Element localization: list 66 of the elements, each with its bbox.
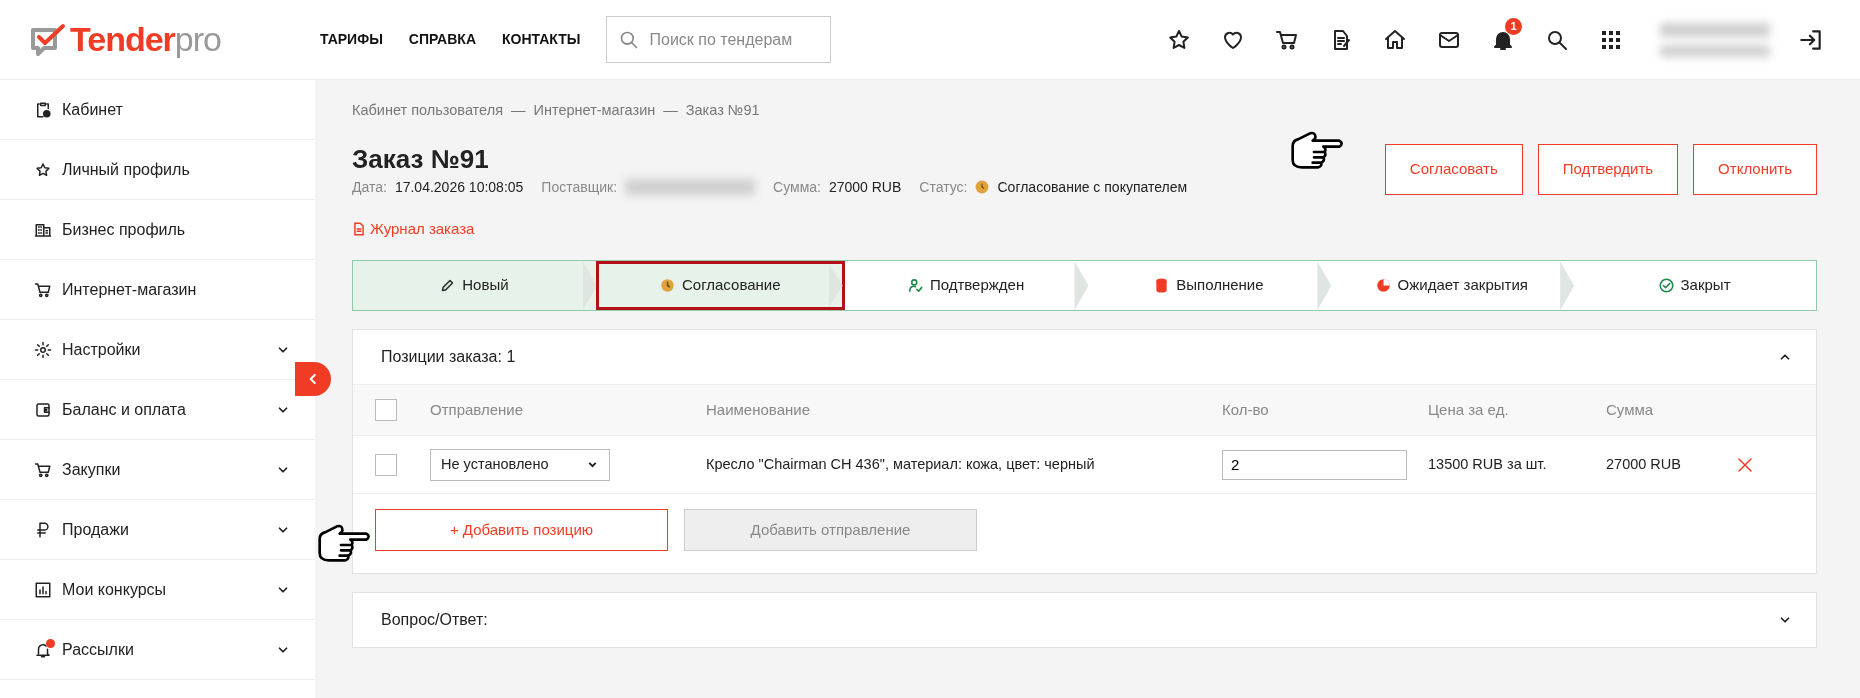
- search-field[interactable]: Поиск по тендерам: [606, 16, 832, 63]
- wallet-icon: [34, 400, 52, 419]
- star-icon[interactable]: [1167, 27, 1191, 52]
- order-journal-link[interactable]: Журнал заказа: [352, 217, 475, 241]
- row-checkbox[interactable]: [375, 453, 397, 476]
- field-label: Сумма:: [773, 177, 821, 197]
- column-header: Наименование: [706, 399, 811, 420]
- quantity-field[interactable]: 2: [1222, 449, 1407, 480]
- search-icon: [619, 30, 640, 50]
- field-value: 17.04.2026 10:08:05: [394, 177, 524, 197]
- ruble-icon: [34, 520, 52, 539]
- logo-text[interactable]: Tenderpro: [70, 14, 221, 65]
- field-label: Дата:: [352, 177, 387, 197]
- column-header: Сумма: [1606, 399, 1655, 420]
- nav-link[interactable]: ТАРИФЫ: [320, 29, 383, 50]
- order-status-step: Ожидает закрытия: [1330, 261, 1574, 311]
- order-status-step: Выполнение: [1087, 261, 1331, 311]
- order-status-step: Закрыт: [1573, 261, 1816, 311]
- pie-chart-icon: [1375, 278, 1391, 294]
- action-button[interactable]: Согласовать: [1384, 143, 1523, 195]
- person-check-icon: [907, 278, 923, 294]
- order-status-step: Подтвержден: [844, 261, 1088, 311]
- logo-icon: [30, 21, 66, 58]
- cylinder-icon: [1154, 278, 1170, 294]
- field-value: 27000 RUB: [828, 177, 902, 197]
- breadcrumb-current: Заказ №91: [685, 101, 760, 120]
- notification-badge: 1: [1505, 17, 1522, 35]
- field-value: Согласование с покупателем: [997, 177, 1188, 197]
- product-name: Кресло "Chairman CH 436", материал: кожа, цвет: черный: [706, 454, 1096, 474]
- pencil-icon: [440, 278, 456, 294]
- check-circle-icon: [1658, 278, 1674, 294]
- gear-icon: [34, 340, 52, 359]
- nav-link[interactable]: СПРАВКА: [408, 29, 476, 50]
- sidebar-collapse-button[interactable]: [295, 362, 331, 396]
- column-header: Кол-во: [1222, 399, 1270, 420]
- breadcrumb-separator: —: [511, 101, 526, 120]
- home-icon[interactable]: [1383, 27, 1407, 52]
- breadcrumb-link[interactable]: Интернет-магазин: [533, 100, 656, 122]
- cart-icon: [34, 280, 52, 299]
- card-title: Вопрос/Ответ:: [381, 610, 488, 631]
- clipboard-clock-icon: [34, 100, 52, 119]
- order-status-step: Согласование: [595, 261, 845, 311]
- action-button[interactable]: Подтвердить: [1537, 143, 1679, 195]
- cart-icon: [34, 460, 52, 479]
- row-sum: 27000 RUB: [1606, 454, 1682, 474]
- add-button[interactable]: + Добавить позицию: [375, 509, 668, 552]
- bar-chart-icon: [34, 580, 52, 599]
- field-label: Поставщик:: [541, 177, 618, 197]
- shipping-select[interactable]: Не установлено: [430, 448, 610, 481]
- document-icon[interactable]: [352, 221, 366, 238]
- select-all-checkbox[interactable]: [375, 399, 397, 422]
- breadcrumb-separator: —: [663, 101, 678, 120]
- column-header: Отправление: [430, 399, 525, 420]
- order-status-step: Новый: [353, 261, 596, 311]
- star-icon: [34, 160, 52, 179]
- action-button[interactable]: Отклонить: [1693, 143, 1817, 195]
- unit-price: 13500 RUB за шт.: [1428, 454, 1548, 474]
- column-header: Цена за ед.: [1428, 399, 1510, 420]
- order-title: Заказ №91: [352, 143, 490, 175]
- breadcrumb-link[interactable]: Кабинет пользователя: [352, 100, 503, 122]
- card-title: Позиции заказа: 1: [381, 347, 516, 368]
- close-icon[interactable]: [1736, 455, 1754, 474]
- field-label: Статус:: [919, 177, 968, 197]
- nav-link[interactable]: КОНТАКТЫ: [502, 29, 581, 50]
- clock-icon: [659, 278, 675, 294]
- alert-dot: [46, 638, 55, 648]
